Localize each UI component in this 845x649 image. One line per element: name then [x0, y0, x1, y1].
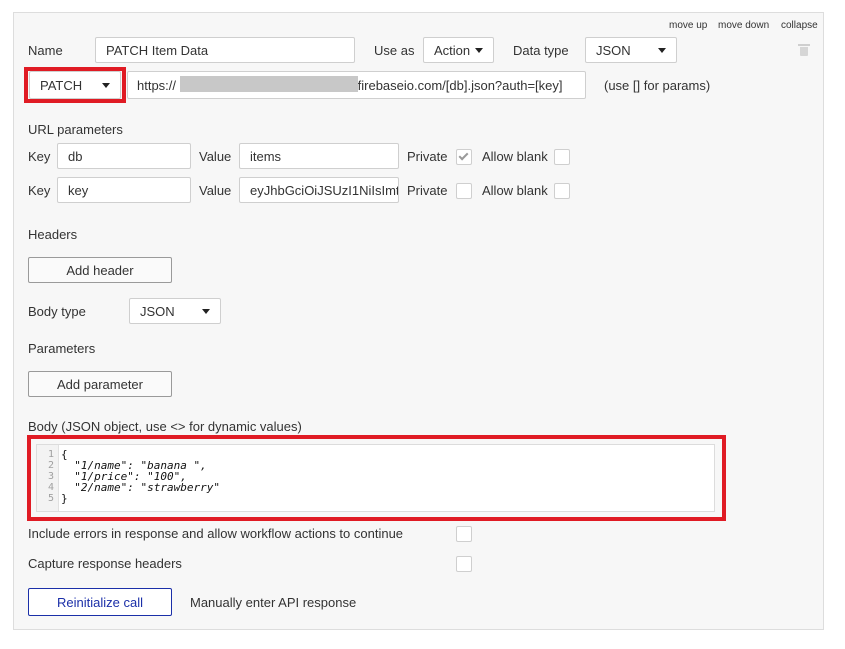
- headers-title: Headers: [28, 227, 78, 242]
- param-value-input[interactable]: eyJhbGciOiJSUzI1NiIsImtp: [239, 177, 399, 203]
- param-key-label: Key: [28, 149, 51, 164]
- use-as-dropdown[interactable]: Action: [423, 37, 494, 63]
- body-type-dropdown[interactable]: JSON: [129, 298, 221, 324]
- url-parameters-title: URL parameters: [28, 122, 123, 137]
- body-type-value: JSON: [140, 303, 175, 319]
- include-errors-checkbox[interactable]: [456, 526, 472, 542]
- data-type-dropdown[interactable]: JSON: [585, 37, 677, 63]
- move-up-link[interactable]: move up: [669, 20, 707, 31]
- redacted-region: [180, 76, 358, 92]
- caret-down-icon: [658, 47, 666, 53]
- allow-blank-checkbox[interactable]: [554, 149, 570, 165]
- reinitialize-call-button[interactable]: Reinitialize call: [28, 588, 172, 616]
- name-label: Name: [28, 43, 63, 58]
- use-as-value: Action: [434, 42, 471, 58]
- param-value-label: Value: [199, 183, 232, 198]
- data-type-label: Data type: [513, 43, 569, 58]
- body-label: Body (JSON object, use <> for dynamic va…: [28, 419, 302, 434]
- trash-icon[interactable]: [798, 44, 810, 56]
- param-key-input[interactable]: db: [57, 143, 191, 169]
- private-label: Private: [407, 149, 448, 164]
- allow-blank-checkbox[interactable]: [554, 183, 570, 199]
- include-errors-label: Include errors in response and allow wor…: [28, 526, 404, 541]
- add-header-button[interactable]: Add header: [28, 257, 172, 283]
- collapse-link[interactable]: collapse: [781, 20, 818, 31]
- add-parameter-button[interactable]: Add parameter: [28, 371, 172, 397]
- private-checkbox[interactable]: [456, 149, 472, 165]
- param-key-input[interactable]: key: [57, 177, 191, 203]
- capture-headers-checkbox[interactable]: [456, 556, 472, 572]
- checkmark-icon: [458, 150, 469, 161]
- private-label: Private: [407, 183, 448, 198]
- body-type-label: Body type: [28, 304, 86, 319]
- param-value-input[interactable]: items: [239, 143, 399, 169]
- allow-blank-label: Allow blank: [482, 149, 548, 164]
- parameters-title: Parameters: [28, 341, 96, 356]
- use-as-label: Use as: [374, 43, 415, 58]
- data-type-value: JSON: [596, 42, 631, 58]
- private-checkbox[interactable]: [456, 183, 472, 199]
- body-highlight-box: [27, 435, 726, 521]
- caret-down-icon: [202, 308, 210, 314]
- call-name-input[interactable]: PATCH Item Data: [95, 37, 355, 63]
- caret-down-icon: [475, 47, 483, 53]
- param-value-label: Value: [199, 149, 232, 164]
- manual-response-link[interactable]: Manually enter API response: [190, 595, 356, 610]
- move-down-link[interactable]: move down: [718, 20, 769, 31]
- method-highlight-box: [24, 67, 126, 103]
- url-prefix: https://: [137, 77, 177, 93]
- url-params-hint: (use [] for params): [604, 78, 711, 93]
- param-key-label: Key: [28, 183, 51, 198]
- capture-headers-label: Capture response headers: [28, 556, 182, 571]
- allow-blank-label: Allow blank: [482, 183, 548, 198]
- url-suffix: .firebaseio.com/[db].json?auth=[key]: [354, 77, 563, 93]
